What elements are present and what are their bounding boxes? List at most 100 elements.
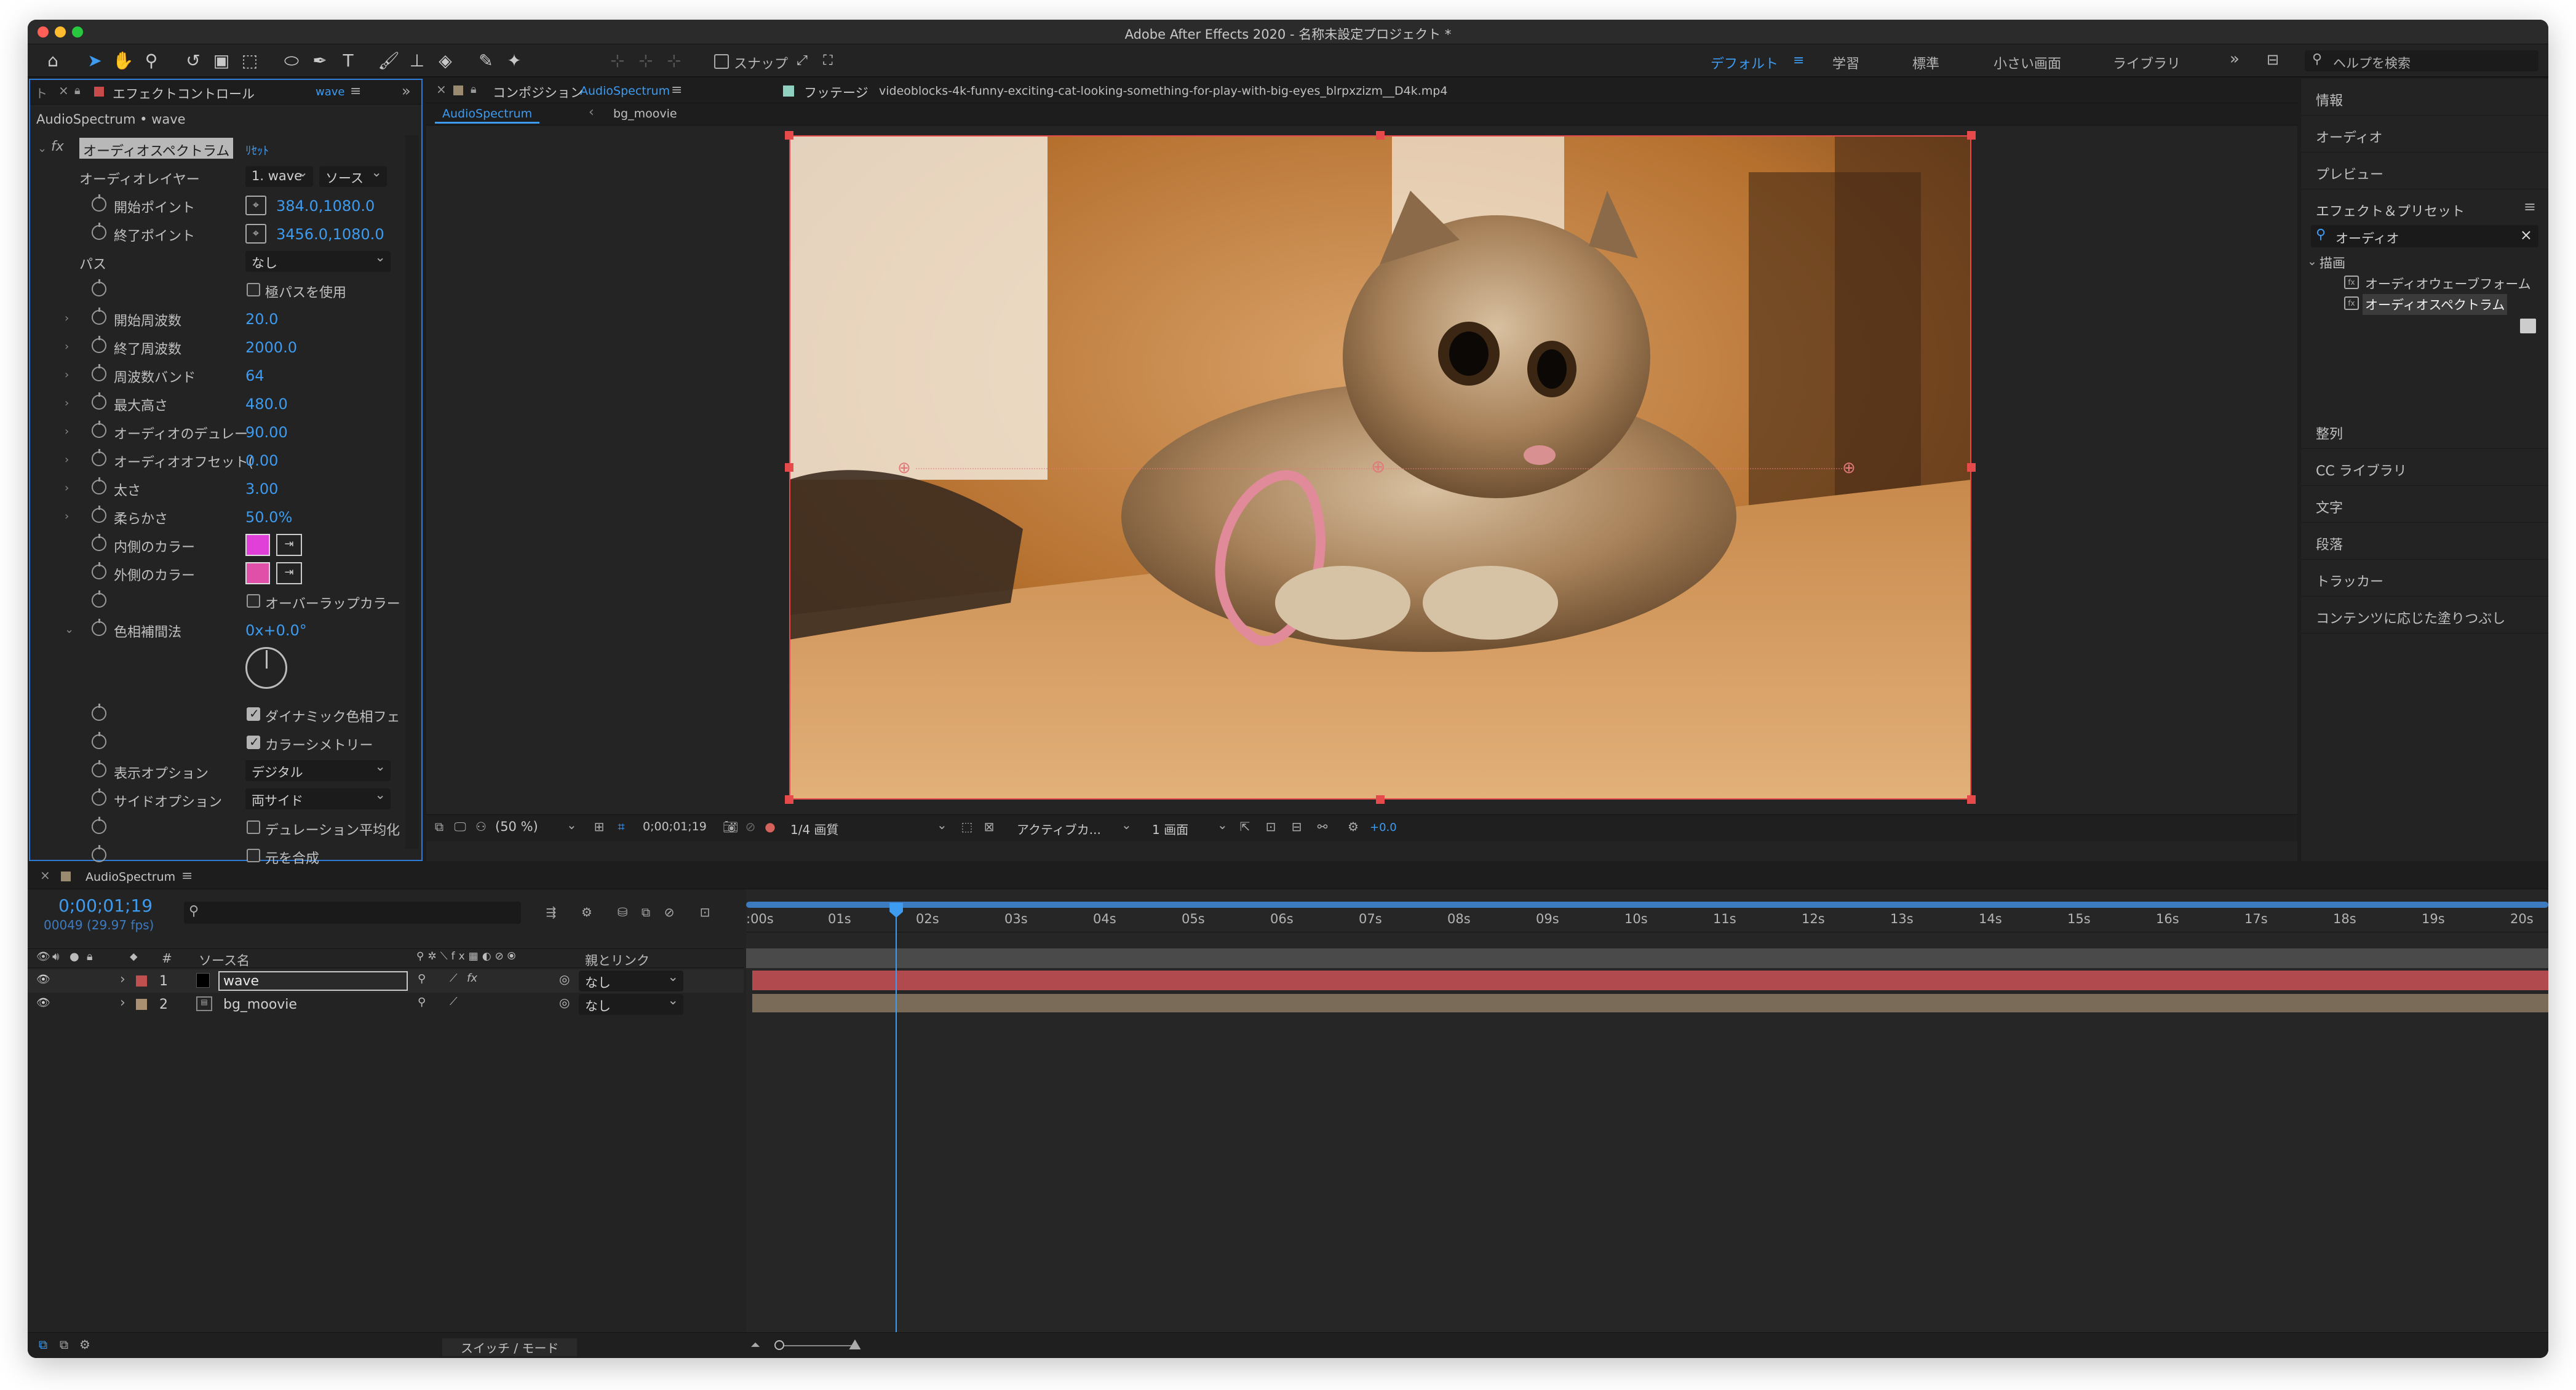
parent-dropdown[interactable]: なし [579,969,683,991]
chevron-down-icon[interactable]: ⌄ [2307,255,2317,268]
workspace-small-screen[interactable]: 小さい画面 [1994,53,2061,73]
mask-visibility-icon[interactable]: ⚇ [474,820,488,833]
puppet-tool-icon[interactable]: ✦ [503,49,526,73]
layer-bar-wave[interactable] [752,971,2548,990]
video-column-icon[interactable]: 👁︎ [36,950,50,963]
chevron-down-icon[interactable]: ⌄ [1217,817,1228,832]
close-tab-icon[interactable]: × [40,868,50,883]
eyedropper-icon[interactable]: ⇥ [276,562,302,584]
chevron-down-icon[interactable]: ⌄ [566,817,577,832]
pan-behind-tool-icon[interactable]: ⬚ [238,49,261,73]
eraser-tool-icon[interactable]: ◈ [434,49,457,73]
layer-label-color[interactable] [136,975,147,987]
spectrum-end-point-handle[interactable]: ⊕ [1842,459,1856,477]
audio-offset-value[interactable]: 0.00 [245,452,278,469]
stopwatch-icon[interactable] [92,421,106,438]
display-options-dropdown[interactable]: デジタル [245,759,391,781]
camera-tool-icon[interactable]: ▣ [210,49,233,73]
snap-feature-icon[interactable]: ⛶ [816,49,840,73]
composition-range-bar[interactable] [746,948,2548,968]
toggle-pixel-aspect-icon[interactable]: ⇱ [1238,820,1252,833]
draft-3d-icon[interactable]: ⚙ [580,905,594,919]
bbox-handle[interactable] [1376,795,1385,804]
rotate-tool-icon[interactable]: ↺ [181,49,205,73]
layer-switches-icon[interactable]: ⧉ [36,1338,50,1351]
workspace-libraries[interactable]: ライブラリ [2113,53,2180,73]
panel-menu-icon[interactable]: ≡ [181,868,193,884]
expand-icon[interactable]: › [65,482,69,494]
stopwatch-icon[interactable] [92,223,106,240]
expand-icon[interactable]: › [65,312,69,325]
lock-icon[interactable]: 🔒︎ [471,83,477,96]
composition-tab-name[interactable]: AudioSpectrum [580,84,670,98]
bbox-handle[interactable] [785,795,793,804]
stopwatch-icon[interactable] [92,845,106,862]
parent-dropdown[interactable]: なし [579,993,683,1015]
monitor-icon[interactable]: 🖵 [453,820,467,833]
expand-icon[interactable]: › [120,972,125,987]
help-search-field[interactable]: ⚲ ヘルプを検索 [2305,50,2538,71]
stopwatch-icon[interactable] [92,590,106,608]
solo-column-icon[interactable]: ● [70,950,79,963]
hue-interpolation-value[interactable]: 0x+0.0° [245,622,307,639]
crumb-bg-moovie[interactable]: bg_moovie [613,107,677,121]
clear-search-icon[interactable]: × [2520,226,2532,244]
start-frequency-value[interactable]: 20.0 [245,311,278,328]
stopwatch-icon[interactable] [92,788,106,806]
overlap-color-checkbox[interactable] [247,594,260,608]
region-of-interest-icon[interactable]: ⬚ [960,820,974,833]
composition-tab-prefix[interactable]: コンポジション [493,83,583,101]
camera-snapshot-icon[interactable]: 📷︎ [723,820,738,833]
tracker-panel-header[interactable]: トラッカー [2301,560,2548,597]
chevron-down-icon[interactable]: ⌄ [937,817,947,832]
stopwatch-icon[interactable] [92,619,106,636]
effect-controls-tab-title[interactable]: エフェクトコントロール [113,84,255,103]
thickness-value[interactable]: 3.00 [245,480,278,498]
path-dropdown[interactable]: なし [245,250,391,272]
softness-value[interactable]: 50.0% [245,509,292,526]
stopwatch-icon[interactable] [92,704,106,721]
result-audio-waveform[interactable]: オーディオウェーブフォーム [2365,274,2531,293]
in-out-controls-icon[interactable]: ⚙ [78,1338,92,1351]
axis-mode-icon[interactable]: ⊹ [606,49,629,73]
eye-icon[interactable]: 👁︎ [36,996,50,1009]
timeline-tab-name[interactable]: AudioSpectrum [85,870,175,884]
effect-controls-tab-layer[interactable]: wave [316,85,344,98]
reset-link[interactable]: ﾘｾｯﾄ [245,141,269,158]
stopwatch-icon[interactable] [92,194,106,212]
expand-icon[interactable]: › [65,510,69,523]
audio-duration-value[interactable]: 90.00 [245,424,288,441]
layer-name[interactable]: bg_moovie [223,997,297,1012]
inside-color-swatch[interactable] [245,534,270,556]
transparency-grid-icon[interactable]: ⊠ [982,820,996,833]
selection-tool-icon[interactable]: ➤ [83,49,106,73]
toggle-mask-icon[interactable]: ⌗ [614,820,628,833]
zoom-slider[interactable] [778,1345,858,1346]
panel-menu-icon[interactable]: ≡ [671,82,682,98]
expand-icon[interactable]: › [65,340,69,353]
expand-icon[interactable]: › [65,425,69,438]
label-column-icon[interactable]: ⬥ [130,950,138,963]
quality-switch-icon[interactable]: ⟋ [450,972,458,985]
bbox-handle[interactable] [785,463,793,472]
crumb-audiospectrum[interactable]: AudioSpectrum [435,106,540,124]
dynamic-hue-checkbox[interactable] [247,706,260,721]
effects-presets-title[interactable]: エフェクト＆プリセット [2316,201,2465,220]
pick-whip-icon[interactable]: ◎ [559,995,570,1010]
footage-tab-name[interactable]: videoblocks-4k-funny-exciting-cat-lookin… [879,84,1447,98]
effect-controls-scrollbar[interactable] [405,135,419,849]
stopwatch-icon[interactable] [92,732,106,749]
eyedropper-icon[interactable]: ⇥ [276,534,302,556]
world-axis-icon[interactable]: ⊹ [634,49,658,73]
anchor-point-icon[interactable]: ⊕ [1371,456,1385,477]
resolution-value[interactable]: 1/4 画質 [790,820,839,838]
workspace-standard[interactable]: 標準 [1912,53,1939,73]
layer-search-field[interactable]: ⚲ [184,902,521,924]
layer-row-wave[interactable]: 👁︎ › 1 wave ⚲ ⟋ fx ◎ なし [28,969,744,993]
audio-layer-source-dropdown[interactable]: ソース [319,165,387,187]
clone-stamp-tool-icon[interactable]: ⊥ [405,49,429,73]
crosshair-icon[interactable]: ⌖ [245,224,266,244]
eye-icon[interactable]: 👁︎ [36,973,50,986]
channel-rgb-icon[interactable]: ● [763,820,777,833]
frequency-bands-value[interactable]: 64 [245,367,264,384]
